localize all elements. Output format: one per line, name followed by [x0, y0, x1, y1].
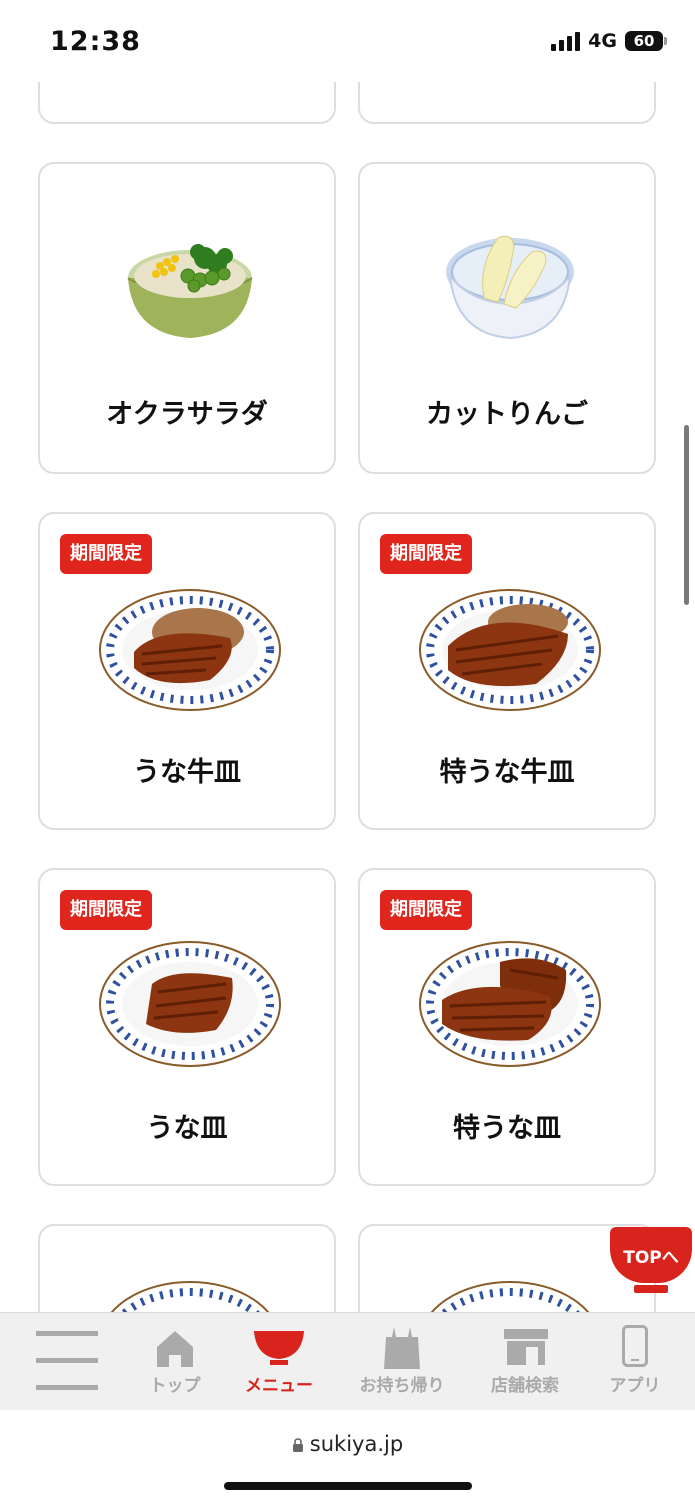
- bowl-icon: [254, 1331, 304, 1365]
- limited-time-badge: 期間限定: [60, 890, 152, 930]
- plate-image: [430, 1281, 590, 1312]
- cut-apple-image: [446, 235, 574, 340]
- nav-item-takeout[interactable]: お持ち帰り: [350, 1313, 454, 1411]
- menu-card-una-gyuzara[interactable]: 期間限定 うな牛皿: [38, 512, 336, 830]
- una-gyuzara-image: [99, 589, 281, 711]
- battery-level: 60: [633, 32, 655, 50]
- bottom-nav: トップ メニュー お持ち帰り 店舗検索 アプリ: [0, 1312, 695, 1411]
- menu-card-una-zara[interactable]: 期間限定 うな皿: [38, 868, 336, 1186]
- menu-card-toku-una-zara[interactable]: 期間限定 特うな皿: [358, 868, 656, 1186]
- status-bar: 12:38 4G 60: [0, 0, 695, 82]
- bowl-foot: [634, 1285, 668, 1293]
- okra-salad-image: [127, 244, 253, 338]
- browser-url-bar[interactable]: sukiya.jp: [0, 1410, 695, 1506]
- menu-card-title: カットりんご: [426, 399, 588, 430]
- status-time: 12:38: [50, 26, 141, 57]
- nav-item-menu[interactable]: メニュー: [234, 1313, 324, 1411]
- menu-card-title: 特うな皿: [453, 1113, 561, 1144]
- nav-item-top[interactable]: トップ: [130, 1313, 220, 1411]
- menu-card-cut-apple[interactable]: カットりんご: [358, 162, 656, 474]
- limited-time-badge: 期間限定: [380, 890, 472, 930]
- menu-card-okra-salad[interactable]: オクラサラダ: [38, 162, 336, 474]
- menu-card-title: うな牛皿: [133, 757, 241, 788]
- nav-label: 店舗検索: [491, 1376, 559, 1396]
- smartphone-icon: [622, 1325, 648, 1367]
- menu-list: オクラサラダ カットりんご 期間限定 うな牛皿 期間限定 特うな牛皿 期間限定 …: [0, 0, 695, 1312]
- nav-item-store-search[interactable]: 店舗検索: [480, 1313, 570, 1411]
- menu-card-partial[interactable]: [38, 1224, 336, 1312]
- network-type: 4G: [588, 30, 617, 52]
- menu-card-title: うな皿: [146, 1113, 228, 1144]
- signal-icon: [551, 31, 581, 51]
- limited-time-badge: 期間限定: [60, 534, 152, 574]
- nav-item-app[interactable]: アプリ: [590, 1313, 680, 1411]
- battery-icon: 60: [625, 31, 667, 51]
- una-zara-image: [99, 941, 281, 1067]
- menu-card-toku-una-gyuzara[interactable]: 期間限定 特うな牛皿: [358, 512, 656, 830]
- url-text: sukiya.jp: [309, 1432, 404, 1456]
- scrollbar[interactable]: [684, 425, 689, 605]
- toku-una-gyuzara-image: [419, 589, 601, 711]
- back-to-top-label: TOPへ: [623, 1248, 679, 1268]
- hamburger-menu-button[interactable]: [24, 1313, 114, 1411]
- limited-time-badge: 期間限定: [380, 534, 472, 574]
- toku-una-zara-image: [419, 941, 601, 1067]
- menu-card-title: 特うな牛皿: [439, 757, 575, 788]
- nav-label: メニュー: [245, 1376, 313, 1396]
- nav-label: トップ: [149, 1376, 201, 1396]
- lock-icon: [292, 1433, 304, 1452]
- nav-label: お持ち帰り: [359, 1376, 445, 1396]
- home-indicator[interactable]: [224, 1482, 472, 1490]
- nav-label: アプリ: [609, 1376, 661, 1396]
- shopping-bag-icon: [384, 1327, 420, 1369]
- store-icon: [504, 1329, 548, 1365]
- hamburger-icon: [36, 1331, 98, 1390]
- home-icon: [157, 1331, 193, 1367]
- status-icons: 4G 60: [551, 30, 667, 52]
- back-to-top-button[interactable]: TOPへ: [610, 1227, 692, 1295]
- url-display: sukiya.jp: [0, 1432, 695, 1456]
- plate-image: [110, 1281, 270, 1312]
- menu-card-title: オクラサラダ: [106, 399, 268, 430]
